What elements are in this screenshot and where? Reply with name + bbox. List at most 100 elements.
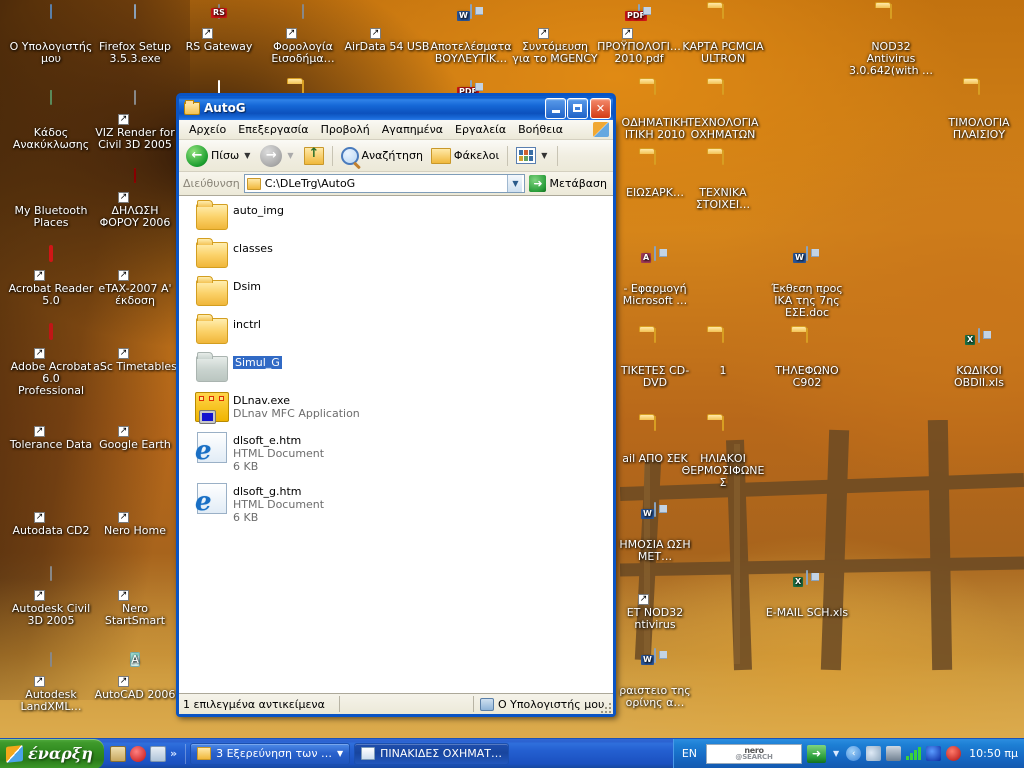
- menu-item-edit[interactable]: Επεξεργασία: [232, 121, 314, 138]
- toolbar[interactable]: ← Πίσω ▼ → ▼ Αναζήτηση Φάκελοι: [179, 140, 613, 172]
- desktop-icon[interactable]: ↗ Nero StartSmart: [92, 568, 178, 627]
- desktop-icon[interactable]: ΤΗΛΕΦΩΝΟ C902: [764, 328, 850, 389]
- desktop-icon[interactable]: X ΚΩΔΙΚΟΙ OBDII.xls: [936, 328, 1022, 389]
- menu-item-favorites[interactable]: Αγαπημένα: [376, 121, 449, 138]
- desktop-icon[interactable]: A - Εφαρμογή Microsoft …: [612, 246, 698, 307]
- desktop-icon[interactable]: ↗ Google Earth: [92, 404, 178, 451]
- file-name[interactable]: classes: [233, 242, 273, 255]
- desktop-icon[interactable]: ↗ Acrobat Reader 5.0: [8, 245, 94, 307]
- desktop-icon[interactable]: Κάδος Ανακύκλωσης: [8, 90, 94, 151]
- system-tray[interactable]: EN nero @SEARCH ➜ ▼ ‹ 10:50 πμ: [672, 738, 1024, 768]
- views-button[interactable]: ▼: [512, 145, 553, 166]
- desktop-icon[interactable]: ↗ eTAX-2007 Α' έκδοση: [92, 248, 178, 307]
- desktop-icon[interactable]: ↗ ΔΗΛΩΣΗ ΦΟΡΟΥ 2006: [92, 168, 178, 229]
- close-button[interactable]: ✕: [590, 97, 611, 119]
- menu-bar[interactable]: Αρχείο Επεξεργασία Προβολή Αγαπημένα Εργ…: [179, 120, 613, 140]
- desktop-icon[interactable]: ↗ Adobe Acrobat 6.0 Professional: [8, 323, 94, 397]
- desktop-icon[interactable]: ↗ Συντόμευση για το MGENCY: [512, 6, 598, 65]
- file-list-item[interactable]: classes: [179, 234, 613, 272]
- desktop-icon[interactable]: ↗ ΕΤ NOD32 ntivirus: [612, 572, 698, 631]
- address-bar[interactable]: Διεύθυνση C:\DLeTrg\AutoG ▼ ➜ Μετάβαση: [179, 172, 613, 196]
- desktop-icon[interactable]: W Έκθεση προς ΙΚΑ της 7ης ΕΣΕ.doc: [764, 246, 850, 319]
- signal-strength-icon[interactable]: [906, 747, 922, 760]
- file-list-item[interactable]: dlsoft_g.htmHTML Document6 KB: [179, 477, 613, 528]
- desktop[interactable]: Ο Υπολογιστής μου Κάδος Ανακύκλωσης My Blu…: [0, 0, 1024, 768]
- menu-item-view[interactable]: Προβολή: [315, 121, 376, 138]
- desktop-icon[interactable]: 1: [680, 328, 766, 377]
- quicklaunch-security-icon[interactable]: [110, 745, 126, 762]
- back-button[interactable]: ← Πίσω ▼: [182, 143, 256, 169]
- clock[interactable]: 10:50 πμ: [969, 747, 1018, 760]
- desktop-icon[interactable]: ΚΑΡΤΑ PCMCIA ULTRON: [680, 4, 766, 65]
- up-button[interactable]: [300, 145, 328, 167]
- explorer-window[interactable]: AutoG ✕ Αρχείο Επεξεργασία Προβολή Αγαπη…: [176, 93, 616, 717]
- desktop-icon[interactable]: ↗ Autodata CD2: [8, 490, 94, 537]
- file-name[interactable]: dlsoft_e.htm: [233, 434, 301, 447]
- desktop-icon[interactable]: ↗ Nero Home: [92, 490, 178, 537]
- forward-button[interactable]: → ▼: [256, 143, 299, 169]
- desktop-icon[interactable]: ΤΕΧΝΟΛΟΓΙΑ ΟΧΗΜΑΤΩΝ: [680, 80, 766, 141]
- chevron-down-icon[interactable]: ▼: [539, 151, 549, 160]
- desktop-icon[interactable]: ΗΛΙΑΚΟΙ ΘΕΡΜΟΣΙΦΩΝΕΣ: [680, 416, 766, 489]
- file-name[interactable]: auto_img: [233, 204, 284, 217]
- address-dropdown-button[interactable]: ▼: [507, 175, 523, 192]
- desktop-icon[interactable]: ↗ AirData 54 USB: [344, 6, 430, 53]
- minimize-button[interactable]: [545, 97, 566, 119]
- quicklaunch-chevron-icon[interactable]: »: [170, 747, 177, 760]
- chevron-down-icon[interactable]: ▼: [337, 749, 343, 758]
- maximize-button[interactable]: [567, 97, 588, 119]
- nero-go-button[interactable]: ➜: [807, 744, 827, 763]
- chevron-down-icon[interactable]: ▼: [831, 749, 841, 758]
- task-button-list[interactable]: 3 Εξερεύνηση των … ▼ ΠΙΝΑΚΙΔΕΣ ΟΧΗΜΑΤ…: [188, 742, 511, 765]
- address-input[interactable]: C:\DLeTrg\AutoG ▼: [243, 174, 526, 193]
- desktop-icon[interactable]: X E-MAIL SCH.xls: [764, 570, 850, 619]
- desktop-icon[interactable]: ↗ Autodesk Civil 3D 2005: [8, 566, 94, 627]
- desktop-icon[interactable]: ΤΙΜΟΛΟΓΙΑ ΠΛΑΙΣΙΟΥ: [936, 80, 1022, 141]
- nero-search-box[interactable]: nero @SEARCH: [706, 743, 803, 764]
- go-button[interactable]: ➜ Μετάβαση: [529, 175, 609, 192]
- file-name[interactable]: DLnav.exe: [233, 394, 290, 407]
- network-icon[interactable]: [886, 746, 902, 761]
- file-list-item[interactable]: auto_img: [179, 196, 613, 234]
- quicklaunch-show-desktop-icon[interactable]: [150, 745, 166, 762]
- tray-expand-icon[interactable]: ‹: [846, 746, 862, 761]
- desktop-icon[interactable]: ↗ Autodesk LandXML…: [8, 652, 94, 713]
- file-name[interactable]: inctrl: [233, 318, 261, 331]
- file-name[interactable]: dlsoft_g.htm: [233, 485, 301, 498]
- desktop-icon[interactable]: ↗ VIZ Render for Civil 3D 2005: [92, 90, 178, 151]
- antivirus-icon[interactable]: [946, 746, 962, 761]
- file-name[interactable]: Dsim: [233, 280, 261, 293]
- menu-item-tools[interactable]: Εργαλεία: [449, 121, 512, 138]
- desktop-icon[interactable]: ↗ Φορολογία Εισοδήμα…: [260, 4, 346, 65]
- desktop-icon[interactable]: W ΗΜΟΣΙΑ ΩΣΗ ΜΕΤ…: [612, 502, 698, 563]
- chevron-down-icon[interactable]: ▼: [242, 151, 252, 160]
- file-list-item[interactable]: Simul_G: [179, 348, 613, 386]
- start-button[interactable]: έναρξη: [0, 738, 104, 768]
- volume-icon[interactable]: [866, 746, 882, 761]
- bluetooth-icon[interactable]: [926, 746, 942, 761]
- quick-launch-bar[interactable]: »: [104, 745, 183, 762]
- file-list-item[interactable]: Dsim: [179, 272, 613, 310]
- desktop-icon[interactable]: W Αποτελέσματα ΒΟΥΛΕΥΤΙΚ…: [428, 4, 514, 65]
- quicklaunch-opera-icon[interactable]: [130, 745, 146, 762]
- desktop-icon[interactable]: Wραιστειο της ορίνης α…: [612, 648, 698, 709]
- resize-grip[interactable]: [599, 701, 611, 713]
- file-name[interactable]: Simul_G: [233, 356, 282, 369]
- desktop-icon[interactable]: ΤΕΧΝΙΚΑ ΣΤΟΙΧΕΙ…: [680, 150, 766, 211]
- taskbar[interactable]: έναρξη » 3 Εξερεύνηση των … ▼ ΠΙΝΑΚΙΔΕΣ ΟΧ…: [0, 738, 1024, 768]
- taskbar-button[interactable]: 3 Εξερεύνηση των … ▼: [190, 742, 351, 765]
- desktop-icon[interactable]: Firefox Setup 3.5.3.exe: [92, 4, 178, 65]
- menu-item-help[interactable]: Βοήθεια: [512, 121, 569, 138]
- folders-button[interactable]: Φάκελοι: [427, 146, 503, 166]
- desktop-icon[interactable]: A ↗ AutoCAD 2006: [92, 652, 178, 701]
- desktop-icon[interactable]: My Bluetooth Places: [8, 170, 94, 229]
- desktop-icon[interactable]: ↗ aSc Timetables: [92, 326, 178, 373]
- search-button[interactable]: Αναζήτηση: [337, 145, 427, 167]
- menu-item-file[interactable]: Αρχείο: [183, 121, 232, 138]
- desktop-icon[interactable]: Ο Υπολογιστής μου: [8, 4, 94, 65]
- desktop-icon[interactable]: ↗ Tolerance Data: [8, 404, 94, 451]
- desktop-icon[interactable]: NOD32 Antivirus 3.0.642(with …: [848, 4, 934, 77]
- taskbar-button[interactable]: ΠΙΝΑΚΙΔΕΣ ΟΧΗΜΑΤ…: [354, 742, 509, 765]
- file-list-item[interactable]: dlsoft_e.htmHTML Document6 KB: [179, 426, 613, 477]
- window-titlebar[interactable]: AutoG ✕: [176, 93, 616, 120]
